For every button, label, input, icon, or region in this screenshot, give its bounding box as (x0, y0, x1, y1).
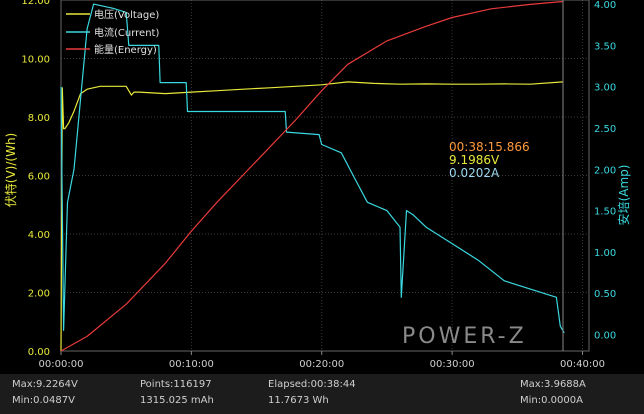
right-tick-label: 2.00 (594, 165, 616, 176)
x-tick-label: 00:30:00 (430, 359, 475, 370)
cursor-voltage: 9.1986V (449, 153, 500, 167)
legend-energy: 能量(Energy) (94, 43, 157, 56)
points-count: Points:116197 (140, 379, 212, 390)
power-z-logo: POWER-Z (402, 324, 527, 349)
legend-current: 电流(Current) (94, 26, 159, 39)
power-chart: 0.00 2.00 4.00 6.00 8.00 10.00 12.00 0.00 0.50 1… (0, 0, 644, 374)
min-voltage: Min:0.0487V (12, 395, 75, 406)
left-tick-label: 10.00 (21, 55, 50, 66)
right-tick-label: 1.50 (594, 207, 616, 218)
right-tick-label: 3.00 (594, 83, 616, 94)
cursor-current: 0.0202A (449, 166, 500, 180)
right-tick-label: 0.50 (594, 289, 616, 300)
legend-voltage: 电压(Voltage) (94, 8, 159, 21)
left-axis-label: 伏特(V)/(Wh) (3, 133, 18, 207)
max-current: Max:3.9688A (520, 379, 586, 390)
right-axis-label: 安培(Amp) (616, 165, 631, 226)
right-tick-label: 1.00 (594, 248, 616, 259)
right-tick-label: 4.00 (594, 0, 616, 11)
energy-total: 11.7673 Wh (268, 395, 329, 406)
left-tick-label: 6.00 (28, 172, 50, 183)
min-current: Min:0.0000A (520, 395, 583, 406)
right-tick-label: 0.00 (594, 330, 616, 341)
left-tick-label: 4.00 (28, 230, 50, 241)
x-tick-label: 00:10:00 (169, 359, 214, 370)
right-tick-label: 3.50 (594, 41, 616, 52)
left-tick-label: 8.00 (28, 113, 50, 124)
x-tick-label: 00:20:00 (299, 359, 344, 370)
max-voltage: Max:9.2264V (12, 379, 78, 390)
left-tick-label: 0.00 (28, 347, 50, 358)
elapsed-time: Elapsed:00:38:44 (268, 379, 356, 390)
cursor-time: 00:38:15.866 (449, 140, 530, 154)
right-axis-ticks: 0.00 0.50 1.00 1.50 2.00 2.50 3.00 3.50 4.00 (594, 0, 616, 341)
left-tick-label: 12.00 (21, 0, 50, 7)
left-tick-label: 2.00 (28, 289, 50, 300)
x-tick-label: 00:40:00 (560, 359, 605, 370)
capacity: 1315.025 mAh (140, 395, 214, 406)
x-tick-label: 00:00:00 (39, 359, 84, 370)
right-tick-label: 2.50 (594, 124, 616, 135)
status-bar: Max:9.2264V Min:0.0487V Points:116197 13… (0, 374, 644, 414)
